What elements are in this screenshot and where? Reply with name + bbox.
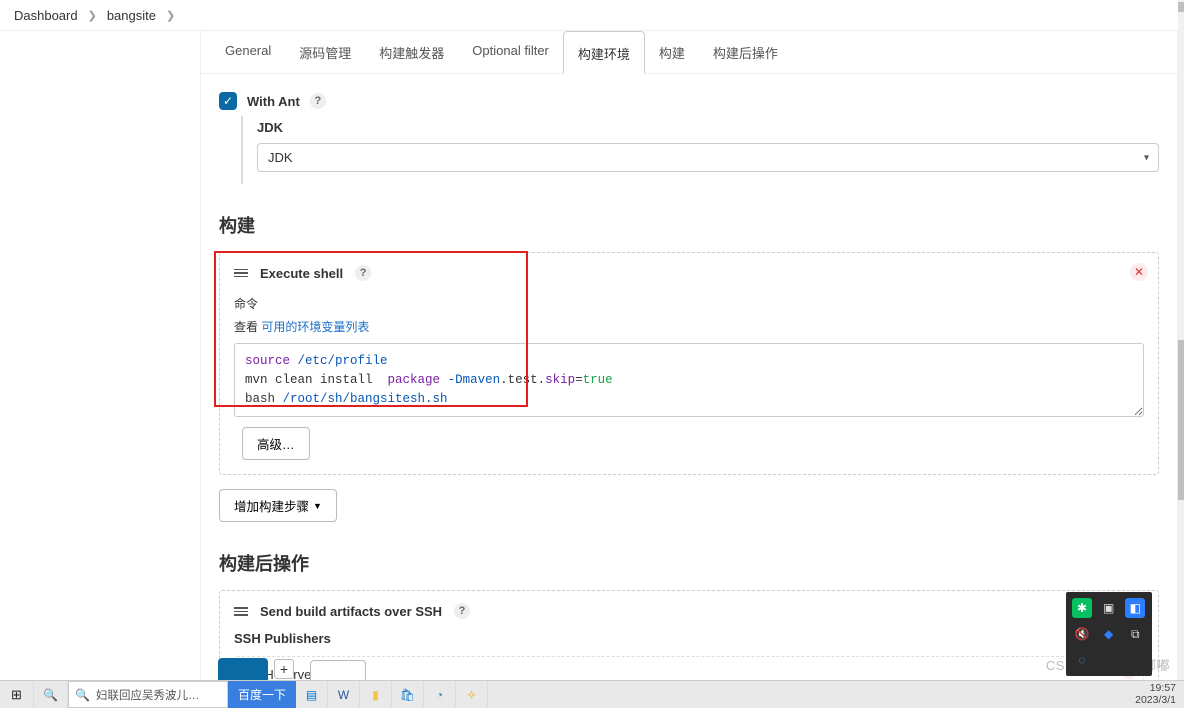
floating-app-tray: ✱ ▣ ◧ 🔇 ◆ ⧉ ◌: [1066, 592, 1152, 676]
save-button-partial[interactable]: [218, 658, 268, 680]
config-tabs: General 源码管理 构建触发器 Optional filter 构建环境 …: [201, 31, 1177, 74]
shell-command-textarea[interactable]: source /etc/profile mvn clean install pa…: [234, 343, 1144, 417]
chevron-right-icon: ❯: [88, 9, 97, 22]
breadcrumb-dashboard[interactable]: Dashboard: [14, 8, 78, 23]
step-title: Execute shell: [260, 266, 343, 281]
taskbar-app-word-icon[interactable]: W: [328, 681, 360, 708]
advanced-label: 高级…: [257, 434, 295, 453]
chevron-down-icon: ▾: [1144, 152, 1149, 163]
tab-optional-filter[interactable]: Optional filter: [458, 31, 563, 73]
tray-icon[interactable]: ▣: [1099, 598, 1119, 618]
command-label: 命令: [234, 295, 1144, 312]
env-link-row: 查看 可用的环境变量列表: [234, 318, 1144, 335]
shield-icon[interactable]: ◆: [1099, 624, 1119, 644]
taskbar-search-input[interactable]: [96, 689, 221, 701]
taskbar-app-store-icon[interactable]: 🛍: [392, 681, 424, 708]
search-icon[interactable]: 🔍: [34, 681, 68, 708]
tab-triggers[interactable]: 构建触发器: [365, 31, 458, 73]
tab-build[interactable]: 构建: [645, 31, 699, 73]
page-body: General 源码管理 构建触发器 Optional filter 构建环境 …: [0, 31, 1178, 680]
vertical-scrollbar[interactable]: [1178, 0, 1184, 708]
tab-post-build[interactable]: 构建后操作: [699, 31, 792, 73]
tab-build-env[interactable]: 构建环境: [563, 31, 645, 74]
build-step-execute-shell: Execute shell ? ✕ 命令 查看 可用的环境变量列表 source…: [219, 252, 1159, 475]
add-build-step-button[interactable]: 增加构建步骤 ▼: [219, 489, 337, 522]
taskbar-time: 19:57: [1135, 683, 1176, 695]
chevron-down-icon: ▼: [313, 501, 322, 511]
ssh-publishers-label: SSH Publishers: [234, 631, 1144, 646]
add-step-label: 增加构建步骤: [234, 496, 309, 515]
breadcrumb: Dashboard ❯ bangsite ❯: [0, 0, 1184, 31]
jdk-select[interactable]: JDK: [257, 143, 1159, 172]
post-build-section-title: 构建后操作: [219, 550, 1159, 576]
with-ant-row: ✓ With Ant ?: [219, 84, 1159, 116]
scroll-thumb[interactable]: [1178, 340, 1184, 500]
tray-icon[interactable]: ◧: [1125, 598, 1145, 618]
env-vars-link[interactable]: 可用的环境变量列表: [261, 320, 369, 334]
help-icon[interactable]: ?: [454, 603, 470, 619]
ssh-server-block: SSH Server ✕: [234, 656, 1144, 680]
tab-general[interactable]: General: [211, 31, 285, 73]
jdk-block: JDK JDK ▾: [241, 116, 1159, 184]
windows-taskbar: ⊞ 🔍 🔍 百度一下 ▤ W ▮ 🛍 ◔ ✧ 19:57 2023/3/1: [0, 680, 1184, 708]
scroll-up-arrow-icon[interactable]: [1178, 2, 1184, 12]
search-icon: 🔍: [75, 688, 90, 702]
help-icon[interactable]: ?: [310, 93, 326, 109]
apply-button-partial[interactable]: +: [274, 659, 294, 679]
jdk-field-label: JDK: [257, 120, 1159, 135]
bottom-button-partial[interactable]: [310, 660, 366, 680]
taskbar-clock[interactable]: 19:57 2023/3/1: [1127, 681, 1184, 708]
help-icon[interactable]: ?: [355, 265, 371, 281]
wechat-icon[interactable]: ✱: [1072, 598, 1092, 618]
drag-handle-icon[interactable]: [234, 269, 248, 278]
with-ant-checkbox[interactable]: ✓: [219, 92, 237, 110]
taskbar-date: 2023/3/1: [1135, 695, 1176, 707]
delete-step-button[interactable]: ✕: [1130, 263, 1148, 281]
taskbar-search-box[interactable]: 🔍: [68, 681, 228, 708]
taskbar-app-icon[interactable]: ▤: [296, 681, 328, 708]
advanced-button[interactable]: 高级…: [242, 427, 310, 460]
tray-icon[interactable]: ◌: [1072, 650, 1092, 670]
tab-scm[interactable]: 源码管理: [285, 31, 365, 73]
env-prefix: 查看: [234, 320, 261, 334]
taskbar-app-explorer-icon[interactable]: ▮: [360, 681, 392, 708]
chevron-right-icon: ❯: [166, 9, 175, 22]
ssh-server-label: SSH Server: [247, 667, 1131, 680]
with-ant-label: With Ant: [247, 94, 300, 109]
breadcrumb-bangsite[interactable]: bangsite: [107, 8, 156, 23]
taskbar-app-edge-icon[interactable]: ◔: [424, 681, 456, 708]
volume-mute-icon[interactable]: 🔇: [1072, 624, 1092, 644]
tray-icon[interactable]: ⧉: [1125, 624, 1145, 644]
drag-handle-icon[interactable]: [234, 607, 248, 616]
start-button[interactable]: ⊞: [0, 681, 34, 708]
baidu-search-button[interactable]: 百度一下: [228, 681, 296, 708]
taskbar-app-icon[interactable]: ✧: [456, 681, 488, 708]
build-section-title: 构建: [219, 212, 1159, 238]
step-title: Send build artifacts over SSH: [260, 604, 442, 619]
